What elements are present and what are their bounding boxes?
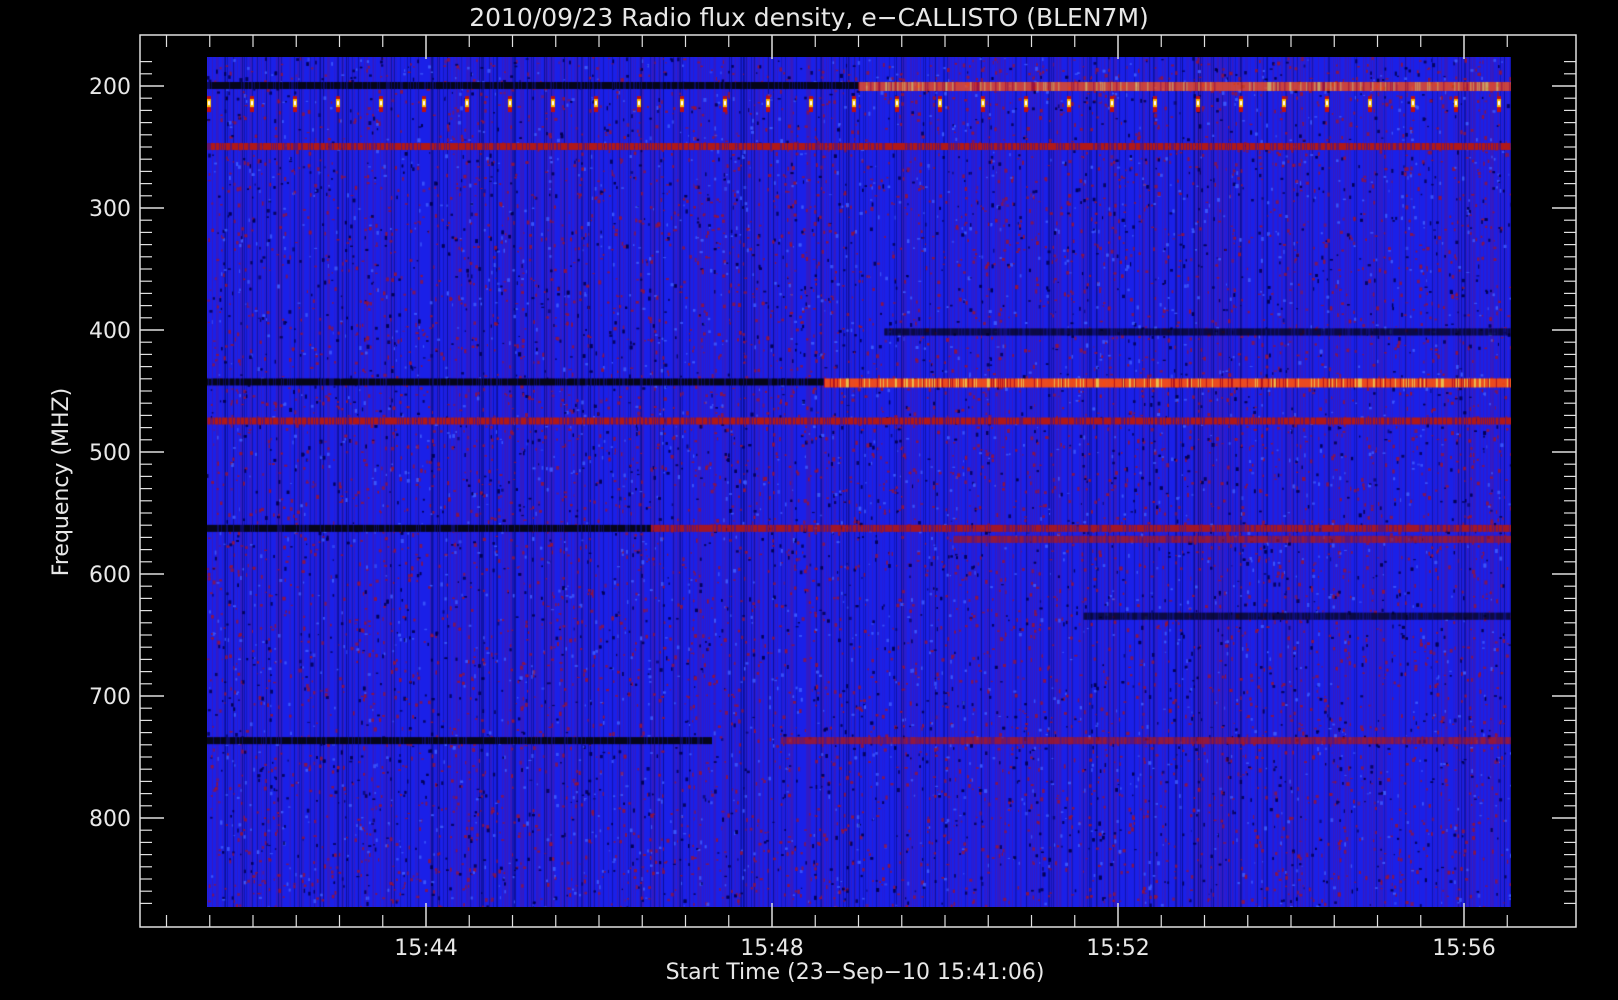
y-tick-label: 300 [89, 197, 131, 222]
chart-title: 2010/09/23 Radio flux density, e−CALLIST… [469, 3, 1149, 32]
x-axis-label: Start Time (23−Sep−10 15:41:06) [666, 960, 1045, 985]
y-tick-label: 200 [89, 75, 131, 100]
spectrogram-image [207, 57, 1511, 907]
y-tick-label: 400 [89, 319, 131, 344]
y-axis-label: Frequency (MHZ) [49, 388, 74, 576]
y-tick-label: 600 [89, 563, 131, 588]
x-tick-label: 15:48 [740, 936, 803, 961]
y-tick-label: 500 [89, 441, 131, 466]
x-tick-label: 15:52 [1086, 936, 1149, 961]
y-tick-label: 700 [89, 685, 131, 710]
x-tick-label: 15:56 [1432, 936, 1495, 961]
spectrogram-raster [207, 57, 1511, 907]
x-tick-label: 15:44 [394, 936, 457, 961]
y-tick-label: 800 [89, 807, 131, 832]
spectrogram-chart: 2010/09/23 Radio flux density, e−CALLIST… [49, 3, 1577, 985]
